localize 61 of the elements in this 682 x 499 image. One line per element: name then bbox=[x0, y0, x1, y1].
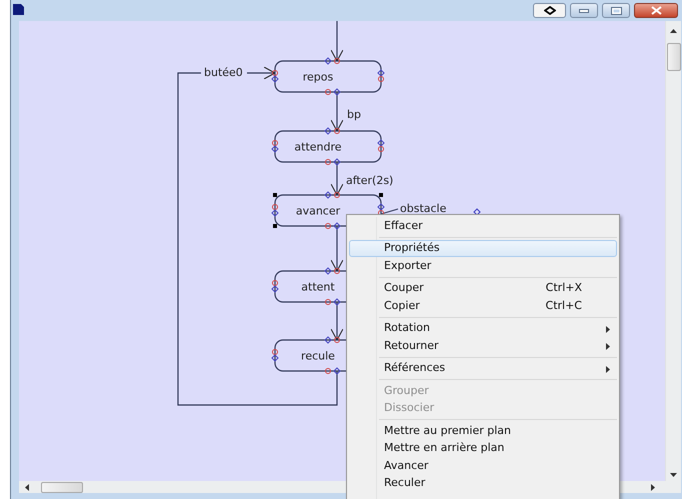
menu-item-label: Rotation bbox=[384, 320, 430, 336]
menu-item[interactable]: Couper Ctrl+X bbox=[349, 280, 617, 297]
scroll-up-icon[interactable] bbox=[670, 29, 677, 33]
app-icon bbox=[13, 4, 24, 15]
transition-label: butée0 bbox=[204, 66, 243, 79]
scroll-down-icon[interactable] bbox=[670, 473, 677, 477]
menu-item-label: Copier bbox=[384, 298, 420, 314]
state-name: attendre bbox=[294, 140, 342, 154]
menu-item[interactable]: Avancer bbox=[349, 457, 617, 474]
shortcut-label: Ctrl+X bbox=[546, 280, 582, 296]
transition-arrow bbox=[330, 21, 344, 62]
state-name: attent bbox=[301, 280, 335, 294]
transition-arrow bbox=[330, 226, 344, 272]
menu-item[interactable]: Exporter bbox=[349, 257, 617, 274]
maximize-icon bbox=[610, 6, 622, 14]
state-name: avancer bbox=[296, 204, 340, 218]
menu-item-label: Retourner bbox=[384, 338, 439, 354]
transition-label: obstacle bbox=[400, 202, 446, 215]
close-icon bbox=[650, 6, 662, 15]
menu-item-label: Reculer bbox=[384, 475, 426, 491]
menu-item[interactable]: Rotation bbox=[349, 320, 617, 337]
diamond-icon bbox=[544, 6, 556, 15]
menu-item[interactable]: Copier Ctrl+C bbox=[349, 297, 617, 314]
state-name: recule bbox=[301, 350, 335, 362]
menu-item-label: Exporter bbox=[384, 258, 432, 274]
port-icon bbox=[473, 208, 481, 216]
menu-item-label: Dissocier bbox=[384, 400, 434, 416]
scroll-right-icon[interactable] bbox=[651, 484, 655, 490]
minimize-button[interactable] bbox=[570, 3, 598, 18]
menu-item-label: Effacer bbox=[384, 218, 423, 234]
diamond-button[interactable] bbox=[533, 3, 566, 18]
scrollbar-thumb[interactable] bbox=[666, 43, 680, 71]
menu-item[interactable]: Mettre en arrière plan bbox=[349, 440, 617, 457]
menu-item-label: Grouper bbox=[384, 382, 429, 398]
transition-arrow bbox=[330, 302, 344, 340]
transition-label: after(2s) bbox=[346, 174, 394, 187]
menu-item[interactable]: Effacer bbox=[349, 217, 617, 234]
menu-item-label: Références bbox=[384, 360, 446, 376]
transition-arrow bbox=[330, 92, 344, 132]
scroll-left-icon[interactable] bbox=[25, 484, 29, 490]
minimize-icon bbox=[579, 8, 589, 12]
menu-item-label: Mettre en arrière plan bbox=[384, 440, 504, 456]
menu-item[interactable]: Retourner bbox=[349, 337, 617, 354]
menu-item-label: Avancer bbox=[384, 458, 428, 474]
ports-drawing bbox=[271, 267, 341, 306]
menu-item[interactable]: Reculer bbox=[349, 474, 617, 492]
transition-arrow bbox=[330, 162, 344, 196]
menu-item[interactable]: Mettre au premier plan bbox=[349, 422, 617, 440]
menu-item[interactable]: Références bbox=[349, 360, 617, 377]
shortcut-label: Ctrl+C bbox=[546, 298, 582, 314]
transition-label: bp bbox=[347, 108, 361, 121]
maximize-button[interactable] bbox=[602, 3, 630, 18]
menu-item[interactable]: Propriétés bbox=[349, 240, 617, 257]
scrollbar-thumb[interactable] bbox=[41, 482, 83, 492]
menu-item-label: Mettre au premier plan bbox=[384, 422, 511, 438]
close-button[interactable] bbox=[634, 3, 678, 18]
menu-item-label: Couper bbox=[384, 280, 424, 296]
menu-item-label: Propriétés bbox=[384, 240, 440, 256]
ports-drawing bbox=[271, 336, 341, 375]
transition-line bbox=[380, 208, 398, 214]
state-name: repos bbox=[302, 70, 334, 84]
